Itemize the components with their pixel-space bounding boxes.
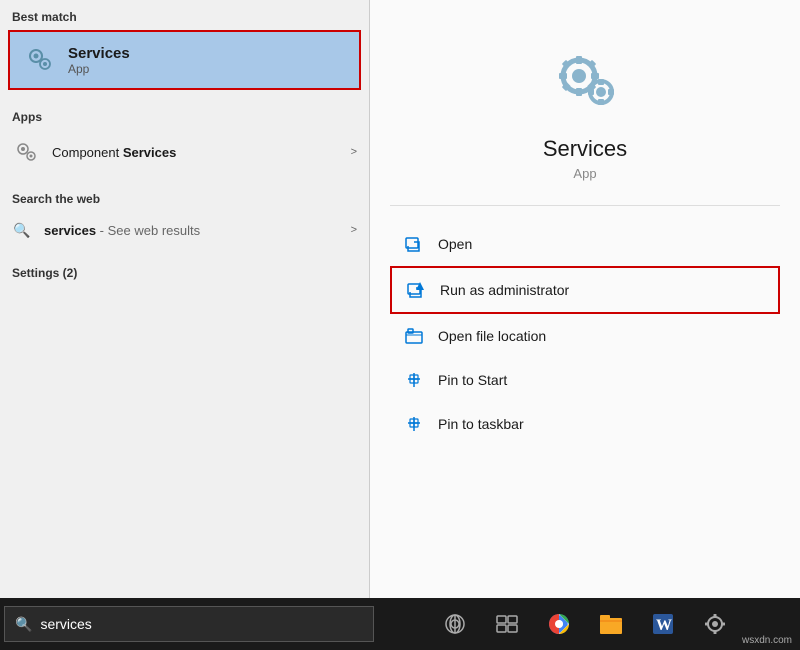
- web-search-item[interactable]: 🔍 services - See web results >: [0, 212, 369, 248]
- svg-text:W: W: [656, 617, 672, 634]
- open-icon: [402, 232, 426, 256]
- best-match-text: Services App: [68, 45, 130, 76]
- action-run-as-admin[interactable]: Run as administrator: [390, 266, 780, 314]
- settings-icon[interactable]: [699, 608, 731, 640]
- action-list: Open Run as administrator Open file loca…: [390, 222, 780, 446]
- task-view-icon[interactable]: [491, 608, 523, 640]
- taskbar-icons-area: W: [374, 608, 796, 640]
- pin-to-taskbar-label: Pin to taskbar: [438, 416, 524, 432]
- component-services-item[interactable]: Component Services >: [0, 130, 369, 174]
- taskbar-search[interactable]: 🔍 services: [4, 606, 374, 642]
- best-match-label: Best match: [0, 0, 369, 30]
- watermark: wsxdn.com: [742, 635, 792, 646]
- main-area: Best match Services App: [0, 0, 800, 598]
- component-services-label: Component Services: [52, 145, 351, 160]
- apps-section: Apps Component Services >: [0, 100, 369, 174]
- app-detail-name: Services: [543, 136, 627, 162]
- services-icon: [22, 42, 58, 78]
- pin-to-taskbar-icon: [402, 412, 426, 436]
- settings-label: Settings (2): [0, 256, 369, 286]
- web-query: services: [44, 223, 96, 238]
- settings-section: Settings (2): [0, 256, 369, 286]
- left-panel: Best match Services App: [0, 0, 370, 598]
- windows-start-icon[interactable]: [439, 608, 471, 640]
- chrome-icon[interactable]: [543, 608, 575, 640]
- web-search-section: Search the web 🔍 services - See web resu…: [0, 182, 369, 248]
- open-file-location-icon: [402, 324, 426, 348]
- search-icon: 🔍: [12, 220, 32, 240]
- action-open[interactable]: Open: [390, 222, 780, 266]
- divider: [390, 205, 780, 206]
- component-services-icon: [12, 138, 40, 166]
- taskbar-search-icon: 🔍: [15, 616, 32, 633]
- open-label: Open: [438, 236, 472, 252]
- taskbar: 🔍 services: [0, 598, 800, 650]
- action-pin-to-taskbar[interactable]: Pin to taskbar: [390, 402, 780, 446]
- apps-label: Apps: [0, 100, 369, 130]
- action-open-file-location[interactable]: Open file location: [390, 314, 780, 358]
- open-file-location-label: Open file location: [438, 328, 546, 344]
- web-search-label: Search the web: [0, 182, 369, 212]
- action-pin-to-start[interactable]: Pin to Start: [390, 358, 780, 402]
- best-match-item[interactable]: Services App: [8, 30, 361, 90]
- best-match-subtitle: App: [68, 62, 130, 76]
- pin-to-start-icon: [402, 368, 426, 392]
- run-as-admin-icon: [404, 278, 428, 302]
- taskbar-search-text: services: [40, 616, 91, 632]
- web-search-text: services - See web results: [44, 223, 351, 238]
- right-panel: Services App Open Run as administrator O: [370, 0, 800, 598]
- word-icon[interactable]: W: [647, 608, 679, 640]
- web-chevron-icon: >: [351, 224, 357, 236]
- app-detail-type: App: [573, 166, 596, 181]
- pin-to-start-label: Pin to Start: [438, 372, 507, 388]
- file-explorer-icon[interactable]: [595, 608, 627, 640]
- web-suffix: - See web results: [96, 223, 200, 238]
- run-as-admin-label: Run as administrator: [440, 282, 569, 298]
- chevron-icon: >: [351, 146, 357, 158]
- app-detail-icon: [545, 40, 625, 120]
- best-match-title: Services: [68, 45, 130, 62]
